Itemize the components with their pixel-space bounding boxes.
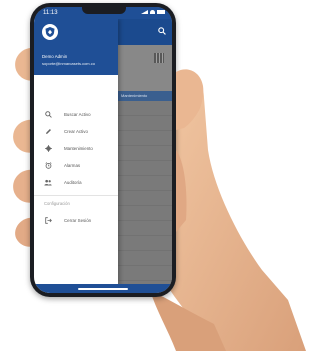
section-band: Mantenimiento [118, 91, 172, 101]
asset-card [118, 45, 172, 91]
user-email: soporte@inmarcasets.com.co [42, 61, 95, 66]
wifi-icon [150, 10, 155, 14]
user-name: Demo Admin [42, 54, 68, 59]
phone-notch [82, 7, 126, 14]
section-label-configuracion: Configuración [44, 201, 70, 206]
search-icon[interactable] [158, 27, 166, 35]
background-list [118, 101, 172, 293]
gear-icon [44, 144, 52, 152]
users-icon [44, 178, 52, 186]
search-icon [44, 110, 52, 118]
status-bar: 11:13 [34, 7, 172, 19]
battery-icon [157, 10, 165, 14]
menu-item-label: Auditoría [64, 179, 82, 185]
menu-item-mantenimiento[interactable]: Mantenimiento [34, 140, 118, 156]
menu-item-label: Alarmas [64, 162, 81, 168]
status-time: 11:13 [43, 10, 58, 16]
home-indicator[interactable] [78, 288, 128, 290]
menu-item-alarmas[interactable]: Alarmas [34, 157, 118, 173]
background-app: Mantenimiento [118, 19, 172, 293]
menu-item-label: Mantenimiento [64, 145, 93, 151]
alarm-clock-icon [44, 161, 52, 169]
menu-item-cerrar-sesion[interactable]: Cerrar Sesión [34, 212, 118, 228]
pencil-icon [44, 127, 52, 135]
menu-item-buscar-activo[interactable]: Buscar Activo [34, 106, 118, 122]
menu-item-auditoria[interactable]: Auditoría [34, 174, 118, 190]
drawer-header: Demo Admin soporte@inmarcasets.com.co [34, 19, 118, 75]
menu-divider [34, 195, 118, 196]
menu-item-label: Buscar Activo [64, 111, 91, 117]
menu-item-label: Cerrar Sesión [64, 217, 92, 223]
status-icons [141, 10, 165, 14]
menu-item-label: Crear Activo [64, 128, 88, 134]
qr-code-icon [154, 53, 164, 63]
phone-screen: 11:13 Mantenimiento Demo Admin soporte@i… [34, 7, 172, 293]
phone: 11:13 Mantenimiento Demo Admin soporte@i… [30, 3, 176, 297]
app-bar [118, 19, 172, 45]
menu-item-crear-activo[interactable]: Crear Activo [34, 123, 118, 139]
company-logo-icon [42, 24, 58, 40]
logout-icon [44, 216, 52, 224]
signal-icon [141, 10, 148, 14]
navigation-drawer: Demo Admin soporte@inmarcasets.com.co Bu… [34, 19, 118, 293]
